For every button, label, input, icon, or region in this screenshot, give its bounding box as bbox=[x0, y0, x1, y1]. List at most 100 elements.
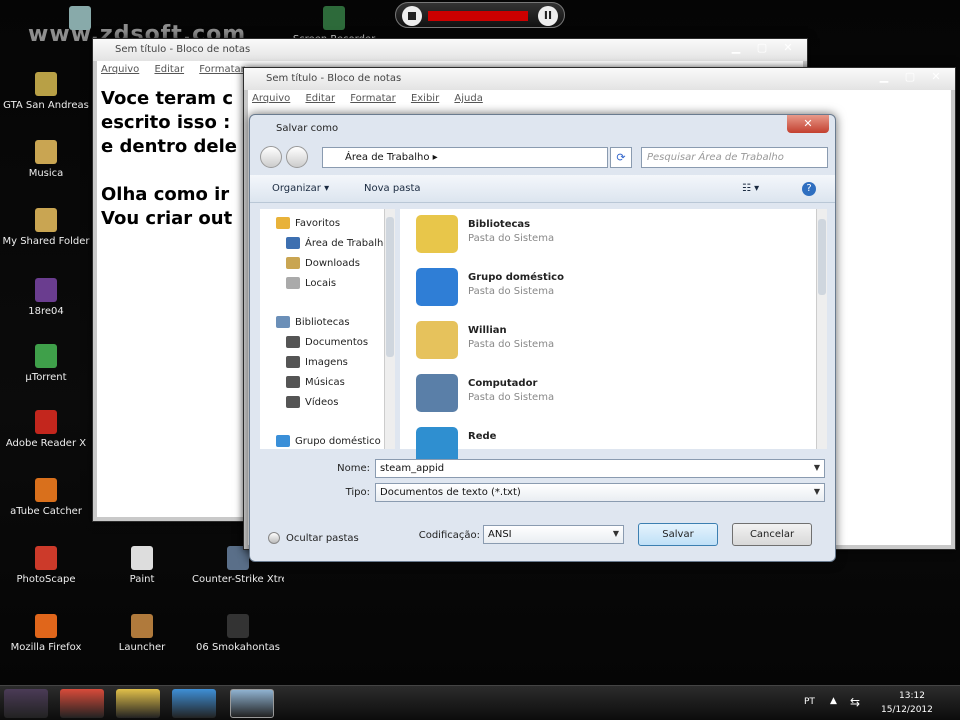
record-pause-button[interactable]: II bbox=[538, 6, 558, 26]
explorer-taskbar-icon[interactable] bbox=[116, 689, 160, 718]
atube-catcher-shortcut[interactable]: aTube Catcher bbox=[0, 478, 92, 517]
smokahontas-shortcut[interactable]: 06 Smokahontas bbox=[192, 614, 284, 653]
window-controls: ▁ ▢ ✕ bbox=[723, 39, 801, 57]
recycle-bin-shortcut[interactable] bbox=[34, 6, 126, 34]
menu-exibir[interactable]: Exibir bbox=[411, 93, 439, 104]
file-scrollbar[interactable] bbox=[816, 209, 827, 449]
search-placeholder: Pesquisar Área de Trabalho bbox=[647, 152, 784, 163]
nav-item-label: Downloads bbox=[305, 257, 360, 269]
help-icon[interactable]: ? bbox=[802, 182, 816, 196]
nav-item-bibliotecas[interactable]: Bibliotecas bbox=[276, 316, 350, 328]
paint-shortcut[interactable]: Paint bbox=[96, 546, 188, 585]
document-text: Voce teram c escrito isso : e dentro dele O… bbox=[101, 87, 237, 231]
encoding-value: ANSI bbox=[488, 529, 512, 540]
menu-arquivo[interactable]: Arquivo bbox=[101, 64, 139, 75]
hide-folders-toggle[interactable]: Ocultar pastas bbox=[268, 532, 359, 544]
scroll-thumb[interactable] bbox=[818, 219, 826, 295]
close-button[interactable]: ✕ bbox=[775, 39, 801, 57]
minimize-button[interactable]: ▁ bbox=[871, 68, 897, 86]
mozilla-firefox-shortcut[interactable]: Mozilla Firefox bbox=[0, 614, 92, 653]
musica-shortcut[interactable]: Musica bbox=[0, 140, 92, 179]
file-item[interactable]: Grupo doméstico Pasta do Sistema bbox=[416, 266, 716, 310]
taskbar: PT ▲ ⇆ 13:12 15/12/2012 bbox=[0, 685, 960, 720]
minimize-button[interactable]: ▁ bbox=[723, 39, 749, 57]
address-bar[interactable]: Área de Trabalho ▸ bbox=[322, 147, 608, 168]
nav-item-label: Imagens bbox=[305, 356, 348, 368]
refresh-icon[interactable]: ⟳ bbox=[610, 147, 632, 168]
nav-item-documentos[interactable]: Documentos bbox=[286, 336, 368, 348]
clock-time[interactable]: 13:12 bbox=[899, 691, 925, 701]
folder-icon bbox=[416, 268, 458, 306]
nav-item-favoritos[interactable]: Favoritos bbox=[276, 217, 340, 229]
notepad-taskbar-icon[interactable] bbox=[230, 689, 274, 718]
scroll-thumb[interactable] bbox=[386, 217, 394, 357]
gta-icon bbox=[35, 72, 57, 96]
cancel-button[interactable]: Cancelar bbox=[732, 523, 812, 546]
chrome-taskbar-icon[interactable] bbox=[60, 689, 104, 718]
dialog-close-button[interactable]: ✕ bbox=[787, 115, 829, 133]
menu-formatar[interactable]: Formatar bbox=[350, 93, 395, 104]
file-item-type: Pasta do Sistema bbox=[468, 392, 555, 403]
folder-icon bbox=[286, 376, 300, 388]
musica-icon bbox=[35, 140, 57, 164]
file-type-value: Documentos de texto (*.txt) bbox=[380, 487, 521, 498]
start-button[interactable] bbox=[4, 689, 48, 718]
type-label: Tipo: bbox=[345, 487, 370, 498]
filename-input[interactable]: steam_appid ▼ bbox=[375, 459, 825, 478]
language-indicator[interactable]: PT bbox=[804, 697, 815, 707]
nav-item-downloads[interactable]: Downloads bbox=[286, 257, 360, 269]
file-item-name: Rede bbox=[468, 431, 497, 442]
nav-item-área-de-trabalho[interactable]: Área de Trabalho bbox=[286, 237, 389, 249]
organize-button[interactable]: Organizar ▾ bbox=[272, 183, 329, 194]
new-folder-button[interactable]: Nova pasta bbox=[364, 183, 421, 194]
save-button[interactable]: Salvar bbox=[638, 523, 718, 546]
shortcut-label: Counter-Strike Xtreme V6 bbox=[192, 574, 284, 585]
gta-shortcut[interactable]: GTA San Andreas bbox=[0, 72, 92, 111]
menu-editar[interactable]: Editar bbox=[154, 64, 184, 75]
encoding-select[interactable]: ANSI ▼ bbox=[483, 525, 624, 544]
window-controls: ▁ ▢ ✕ bbox=[871, 68, 949, 86]
adobe-reader-shortcut[interactable]: Adobe Reader X bbox=[0, 410, 92, 449]
launcher-icon bbox=[131, 614, 153, 638]
folder-icon bbox=[286, 356, 300, 368]
record-stop-button[interactable] bbox=[402, 6, 422, 26]
messenger-taskbar-icon[interactable] bbox=[172, 689, 216, 718]
launcher-shortcut[interactable]: Launcher bbox=[96, 614, 188, 653]
forward-button[interactable] bbox=[286, 146, 308, 168]
menu-arquivo[interactable]: Arquivo bbox=[252, 93, 290, 104]
maximize-button[interactable]: ▢ bbox=[749, 39, 775, 57]
file-item[interactable]: Willian Pasta do Sistema bbox=[416, 319, 716, 363]
tray-arrow-icon[interactable]: ▲ bbox=[830, 696, 837, 706]
save-as-dialog: Salvar como ✕ Área de Trabalho ▸ ⟳ Pesqu… bbox=[249, 114, 836, 562]
shortcut-label: Launcher bbox=[118, 642, 166, 653]
nav-item-músicas[interactable]: Músicas bbox=[286, 376, 345, 388]
photoscape-shortcut[interactable]: PhotoScape bbox=[0, 546, 92, 585]
view-options-icon[interactable]: ☷ ▾ bbox=[742, 183, 759, 194]
file-item-name: Computador bbox=[468, 378, 538, 389]
file-item[interactable]: Bibliotecas Pasta do Sistema bbox=[416, 213, 716, 257]
file-type-select[interactable]: Documentos de texto (*.txt) ▼ bbox=[375, 483, 825, 502]
shared-folder-shortcut[interactable]: My Shared Folder bbox=[0, 208, 92, 247]
nav-item-locais[interactable]: Locais bbox=[286, 277, 336, 289]
maximize-button[interactable]: ▢ bbox=[897, 68, 923, 86]
network-icon[interactable]: ⇆ bbox=[850, 695, 860, 709]
menu-ajuda[interactable]: Ajuda bbox=[454, 93, 482, 104]
nav-item-grupo-doméstico[interactable]: Grupo doméstico bbox=[276, 435, 381, 447]
close-button[interactable]: ✕ bbox=[923, 68, 949, 86]
address-text: Área de Trabalho bbox=[345, 152, 430, 163]
atube-catcher-icon bbox=[35, 478, 57, 502]
nav-scrollbar[interactable] bbox=[384, 209, 395, 449]
back-button[interactable] bbox=[260, 146, 282, 168]
app-18re04-icon bbox=[35, 278, 57, 302]
file-item[interactable]: Computador Pasta do Sistema bbox=[416, 372, 716, 416]
app-18re04-shortcut[interactable]: 18re04 bbox=[0, 278, 92, 317]
search-input[interactable]: Pesquisar Área de Trabalho bbox=[641, 147, 828, 168]
clock-date[interactable]: 15/12/2012 bbox=[881, 705, 933, 715]
nav-item-label: Bibliotecas bbox=[295, 316, 350, 328]
chevron-down-icon: ▼ bbox=[813, 487, 820, 496]
nav-item-vídeos[interactable]: Vídeos bbox=[286, 396, 338, 408]
menu-formatar[interactable]: Formatar bbox=[199, 64, 244, 75]
utorrent-shortcut[interactable]: µTorrent bbox=[0, 344, 92, 383]
menu-editar[interactable]: Editar bbox=[305, 93, 335, 104]
nav-item-imagens[interactable]: Imagens bbox=[286, 356, 348, 368]
